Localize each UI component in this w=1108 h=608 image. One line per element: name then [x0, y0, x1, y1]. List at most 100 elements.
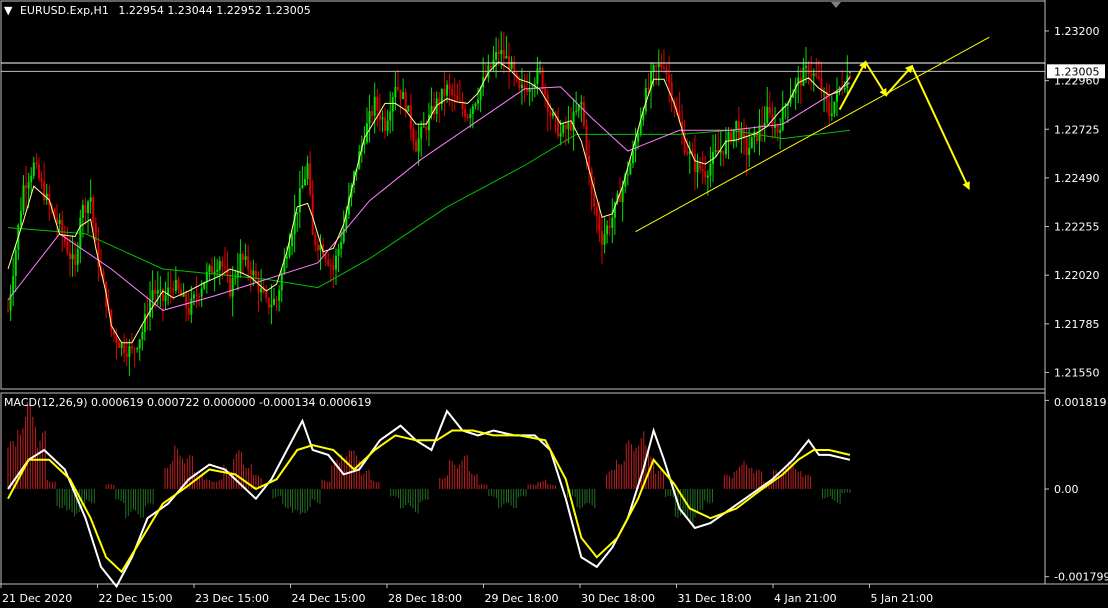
candle-body [192, 294, 195, 299]
time-tick-label: 24 Dec 15:00 [292, 592, 366, 605]
candle-body [585, 125, 588, 156]
candle-body [381, 117, 384, 120]
candle-body [265, 292, 268, 298]
candle-body [647, 88, 650, 90]
symbol-menu-icon[interactable]: ▼ [4, 4, 12, 17]
candle-body [154, 290, 157, 294]
candle-body [611, 217, 614, 228]
candle-body [427, 114, 430, 131]
candle-body [600, 231, 603, 245]
price-panel-frame [0, 0, 1046, 390]
candle-body [40, 178, 43, 182]
candle-body [807, 65, 810, 75]
candle-body [391, 97, 394, 112]
candle-body [337, 248, 340, 256]
candle-body [704, 171, 707, 178]
candle-body [87, 201, 90, 213]
candle-body [303, 178, 306, 186]
candle-body [810, 74, 813, 76]
candle-body [593, 193, 596, 207]
candle-body [396, 87, 399, 90]
candle-body [316, 244, 319, 251]
candle-body [748, 148, 751, 156]
forecast-arrow [885, 64, 914, 96]
candle-body [606, 225, 609, 235]
candle-body [567, 122, 570, 130]
current-price-label: 1.23005 [1054, 65, 1100, 78]
candle-body [187, 307, 190, 315]
candle-body [118, 342, 121, 348]
candle-body [477, 99, 480, 104]
candle-body [660, 64, 663, 68]
candle-body [81, 205, 84, 218]
macd-tick-label: 0.001819 [1054, 396, 1107, 409]
candle-body [843, 88, 846, 90]
candle-body [802, 67, 805, 86]
macd-histogram [7, 401, 851, 528]
candle-body [249, 269, 252, 276]
candle-body [407, 105, 410, 112]
candle-body [830, 113, 833, 116]
candle-body [668, 74, 671, 83]
candle-body [92, 197, 95, 223]
time-tick-label: 30 Dec 18:00 [581, 592, 655, 605]
candle-body [458, 100, 461, 102]
candle-body [324, 255, 327, 260]
candle-body [7, 310, 9, 312]
candle-body [443, 88, 446, 96]
macd-tick-label: 0.00 [1054, 483, 1079, 496]
candle-body [412, 128, 415, 141]
candle-body [14, 249, 17, 276]
candle-body [603, 234, 606, 245]
time-tick-label: 29 Dec 18:00 [485, 592, 559, 605]
candle-body [466, 116, 469, 119]
candle-body [12, 275, 15, 294]
candle-body [216, 269, 219, 272]
candle-body [74, 254, 77, 265]
candle-body [538, 67, 541, 69]
candle-body [25, 185, 28, 189]
candle-body [693, 154, 696, 173]
candle-body [422, 126, 425, 128]
candle-body [332, 265, 335, 270]
candle-body [686, 152, 689, 154]
candle-body [130, 346, 133, 349]
candle-body [208, 265, 211, 272]
candle-body [68, 252, 71, 259]
candle-body [373, 96, 376, 116]
candle-body [164, 294, 167, 301]
price-tick-label: 1.22020 [1054, 269, 1100, 282]
candle-body [27, 182, 30, 189]
chart-canvas[interactable]: 1.232001.229601.227251.224901.222551.220… [0, 0, 1108, 608]
candle-body [151, 290, 154, 301]
candle-body [76, 248, 79, 265]
candle-body [136, 348, 139, 350]
candle-body [272, 299, 275, 305]
candle-body [200, 288, 203, 297]
candle-body [371, 111, 374, 116]
candle-body [404, 92, 407, 112]
trendline [635, 36, 990, 233]
time-tick-label: 28 Dec 18:00 [388, 592, 462, 605]
candle-body [384, 117, 387, 131]
candle-body [376, 96, 379, 111]
candle-body [701, 169, 704, 172]
candle-body [696, 161, 699, 173]
candle-body [453, 95, 456, 97]
candle-body [368, 111, 371, 124]
candle-body [234, 277, 237, 279]
candle-body [213, 271, 216, 274]
candle-body [125, 353, 128, 357]
candle-body [221, 261, 224, 267]
candle-body [735, 120, 738, 130]
candle-body [138, 339, 141, 349]
candle-body [143, 313, 146, 333]
candle-body [489, 65, 492, 68]
candle-body [706, 175, 709, 178]
candle-body [159, 289, 162, 291]
candle-body [71, 254, 74, 259]
candle-body [415, 140, 418, 152]
candle-body [340, 241, 343, 249]
candle-body [743, 129, 746, 138]
candle-body [43, 181, 46, 201]
